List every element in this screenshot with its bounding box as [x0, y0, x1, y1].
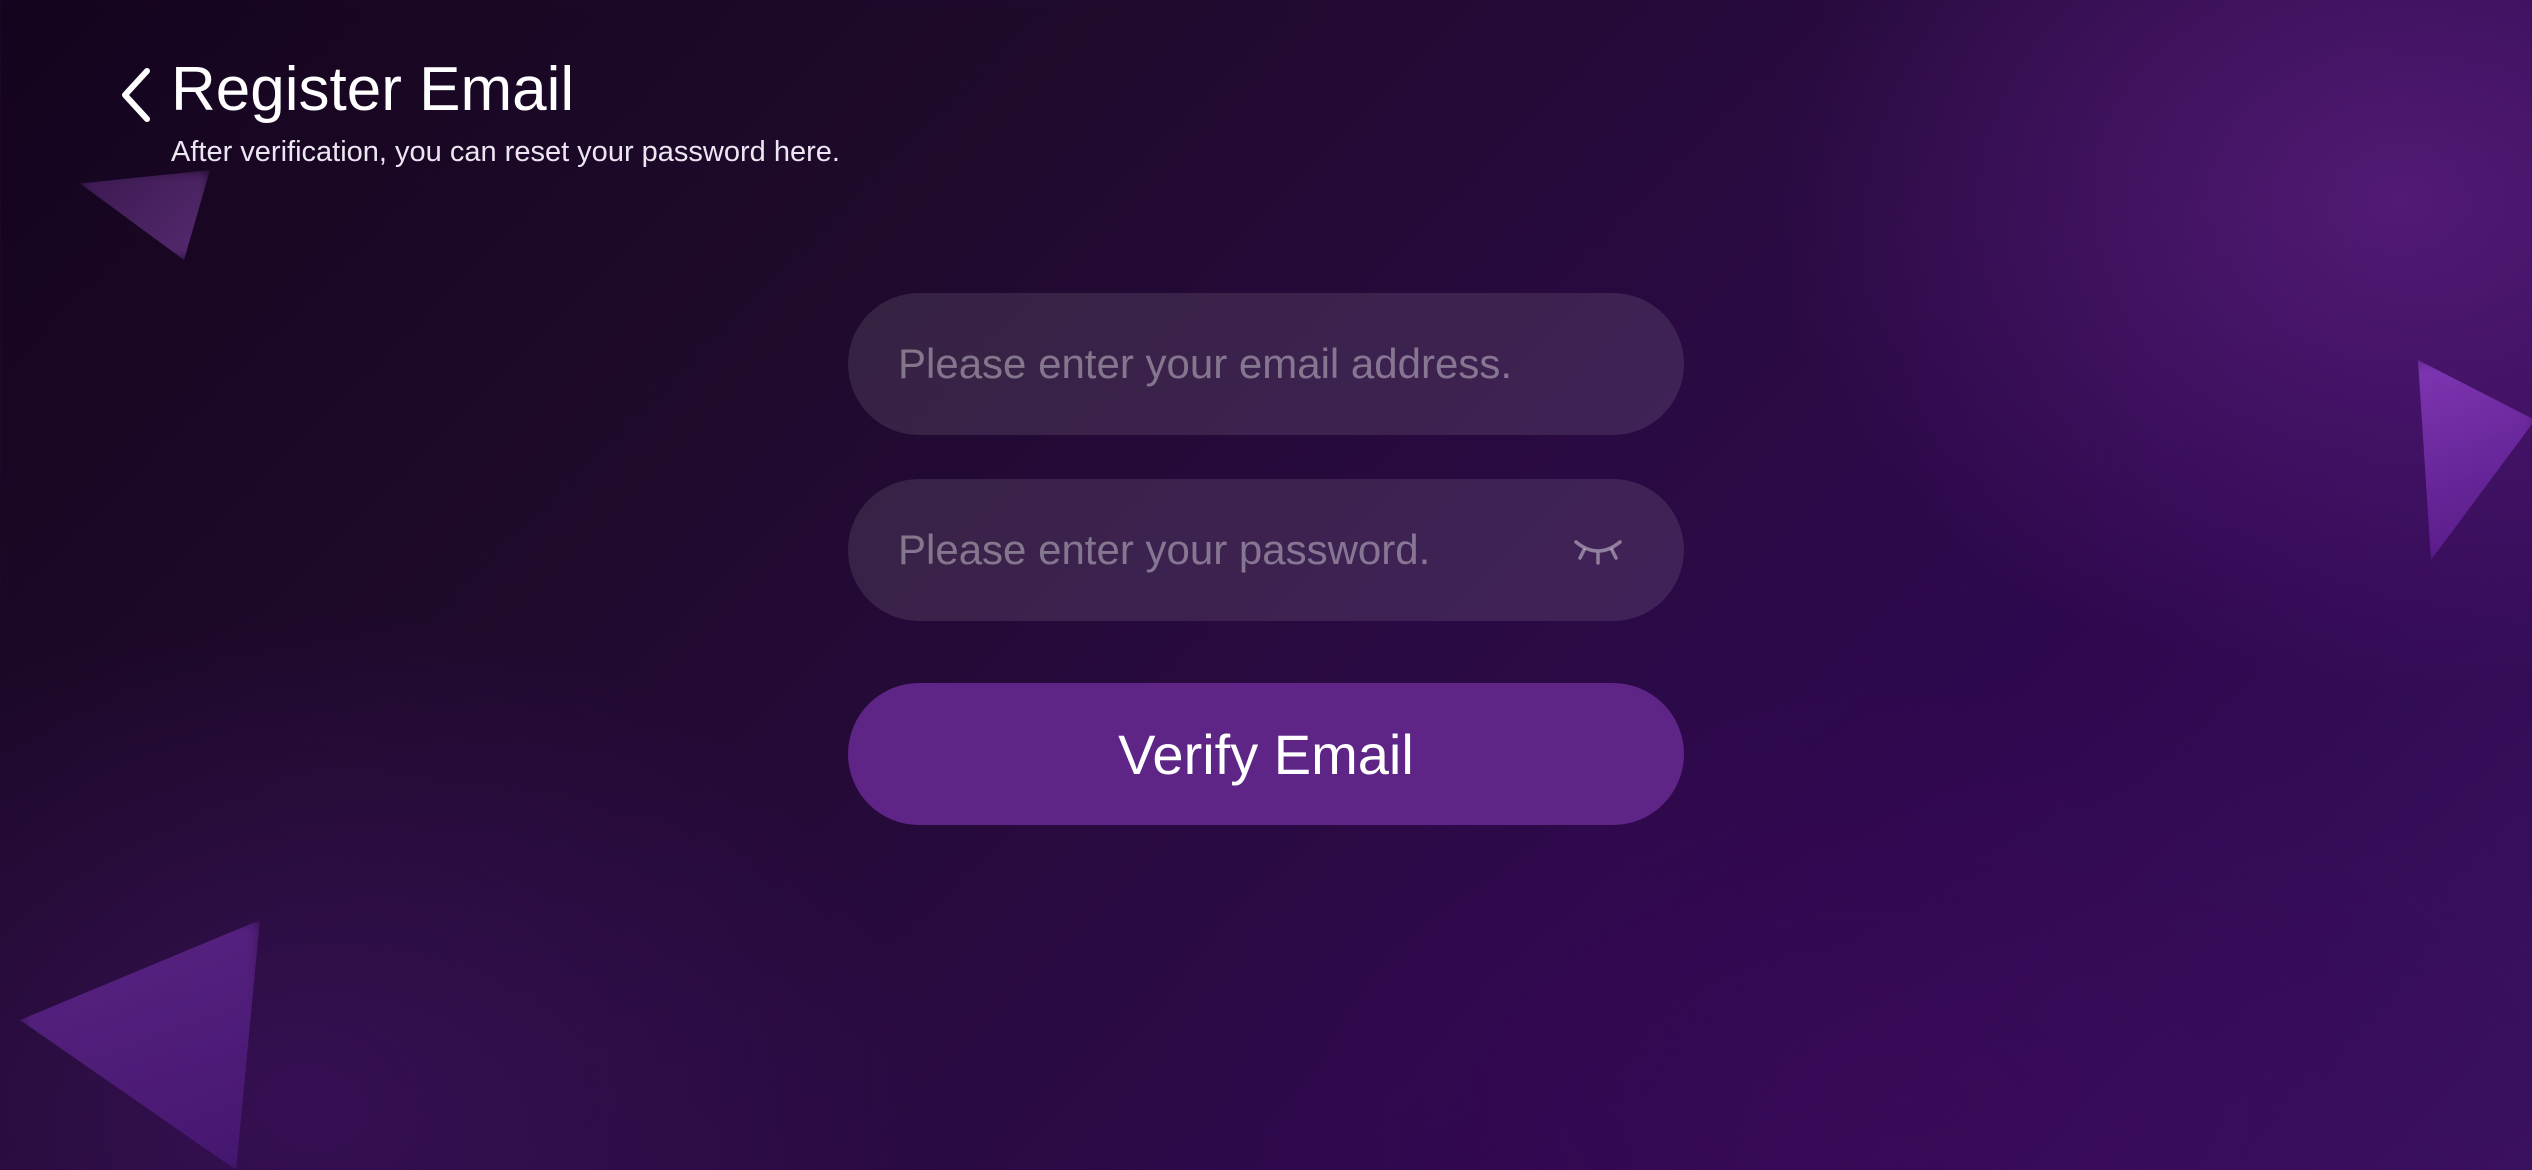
register-email-form: Verify Email [848, 293, 1684, 825]
chevron-left-icon [122, 68, 150, 122]
page-subtitle: After verification, you can reset your p… [171, 136, 840, 168]
decorative-triangle-right [2418, 360, 2532, 560]
decorative-triangle-bottom-left [20, 920, 260, 1170]
page-title: Register Email [171, 55, 575, 124]
back-button[interactable] [112, 60, 162, 130]
decorative-triangle-top-left [80, 170, 210, 260]
password-field-container [848, 479, 1684, 621]
email-input[interactable] [898, 340, 1634, 388]
password-visibility-toggle[interactable] [1568, 530, 1628, 570]
email-field-container [848, 293, 1684, 435]
password-input[interactable] [898, 526, 1568, 574]
eye-closed-icon [1574, 540, 1622, 565]
verify-email-button[interactable]: Verify Email [848, 683, 1684, 825]
